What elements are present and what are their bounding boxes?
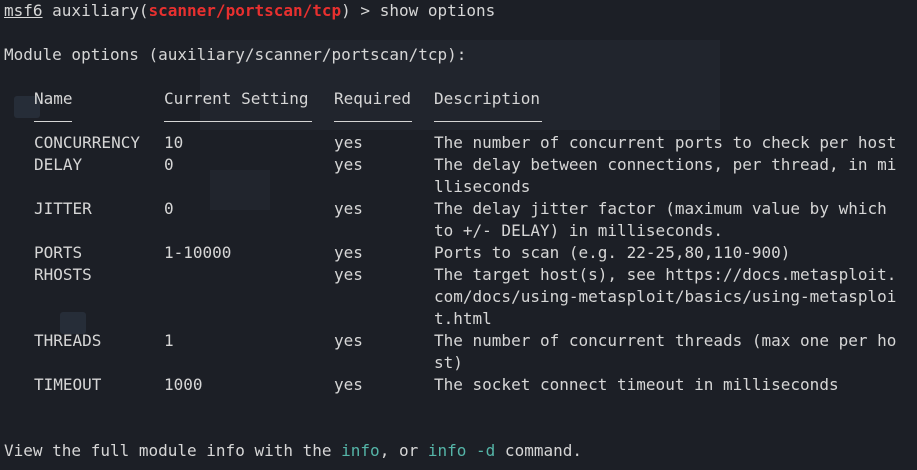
option-name: CONCURRENCY: [34, 133, 140, 152]
column-underline-name: [34, 121, 72, 122]
option-setting: 1000: [164, 375, 203, 394]
option-description-line: st): [434, 353, 463, 372]
option-required: yes: [334, 133, 363, 152]
prompt-line: msf6 auxiliary(scanner/portscan/tcp) > s…: [4, 0, 495, 22]
option-name: RHOSTS: [34, 265, 92, 284]
option-required: yes: [334, 155, 363, 174]
option-name: TIMEOUT: [34, 375, 102, 394]
column-header-setting: Current Setting: [164, 89, 309, 108]
option-setting: 10: [164, 133, 184, 152]
footer-prefix: View the full module info with the: [4, 441, 342, 460]
option-name: JITTER: [34, 199, 92, 218]
column-header-name: Name: [34, 89, 73, 108]
option-setting: 1-10000: [164, 243, 232, 262]
option-description-line: Ports to scan (e.g. 22-25,80,110-900): [434, 243, 791, 262]
option-description-line: The socket connect timeout in millisecon…: [434, 375, 839, 394]
option-description-line: to +/- DELAY) in milliseconds.: [434, 221, 723, 240]
prompt-command: show options: [379, 1, 496, 20]
option-description-line: t.html: [434, 309, 492, 328]
option-name: DELAY: [34, 155, 83, 174]
option-required: yes: [334, 331, 363, 350]
column-header-description: Description: [434, 89, 540, 108]
option-description-line: The delay jitter factor (maximum value b…: [434, 199, 887, 218]
column-header-required: Required: [334, 89, 412, 108]
option-description-line: The target host(s), see https://docs.met…: [434, 265, 897, 284]
option-description-line: The number of concurrent ports to check …: [434, 133, 897, 152]
footer-suffix: command.: [495, 441, 582, 460]
option-setting: 0: [164, 155, 174, 174]
footer-middle: , or: [379, 441, 428, 460]
option-required: yes: [334, 265, 363, 284]
module-options-heading: Module options (auxiliary/scanner/portsc…: [4, 45, 467, 64]
column-underline-required: [334, 121, 412, 122]
terminal-window[interactable]: msf6 auxiliary(scanner/portscan/tcp) > s…: [0, 0, 917, 470]
option-setting: 0: [164, 199, 174, 218]
footer-cmd-info: info: [341, 441, 380, 460]
footer-cmd-info-d: info -d: [427, 441, 496, 460]
option-required: yes: [334, 375, 363, 394]
option-description-line: The delay between connections, per threa…: [434, 155, 897, 174]
option-name: THREADS: [34, 331, 102, 350]
option-description-line: com/docs/using-metasploit/basics/using-m…: [434, 287, 897, 306]
option-setting: 1: [164, 331, 174, 350]
option-required: yes: [334, 243, 363, 262]
option-required: yes: [334, 199, 363, 218]
option-description-line: The number of concurrent threads (max on…: [434, 331, 897, 350]
prompt-module: scanner/portscan/tcp: [148, 1, 342, 20]
footer-line: View the full module info with the info,…: [4, 440, 582, 462]
option-name: PORTS: [34, 243, 83, 262]
prompt-context-suffix: ) >: [341, 1, 380, 20]
column-underline-description: [434, 121, 542, 122]
prompt-app: msf6: [4, 1, 43, 20]
option-description-line: lliseconds: [434, 177, 531, 196]
prompt-context-prefix: auxiliary(: [42, 1, 149, 20]
column-underline-setting: [164, 121, 312, 122]
